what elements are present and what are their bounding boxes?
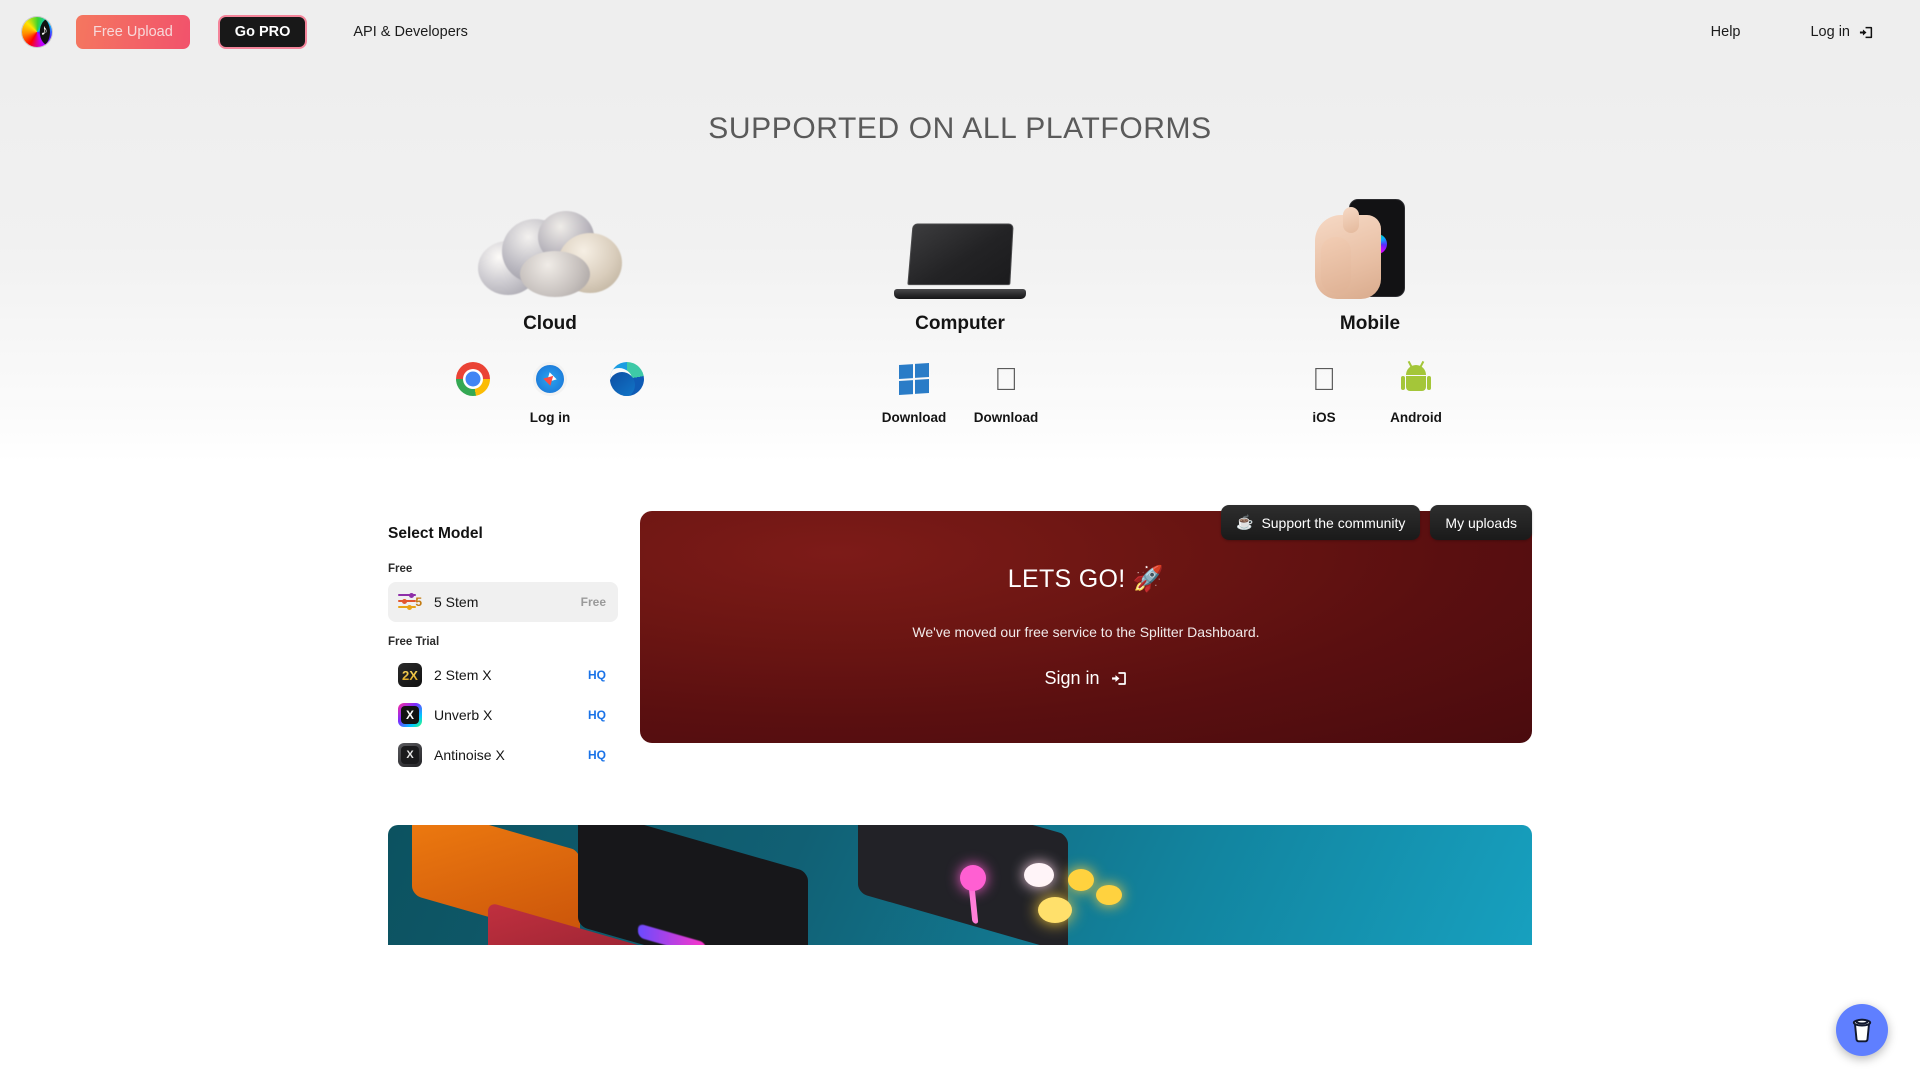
support-community-label: Support the community bbox=[1261, 514, 1406, 531]
unverbx-app-icon: X bbox=[398, 703, 422, 727]
coffee-cup-icon bbox=[1852, 1018, 1872, 1043]
coffee-icon: ☕ bbox=[1236, 514, 1254, 530]
chrome-icon bbox=[456, 362, 491, 396]
illustration-blob-pink bbox=[960, 865, 986, 891]
model-item-antinoise-x[interactable]: X Antinoise X HQ bbox=[388, 735, 618, 775]
laptop-illustration bbox=[845, 194, 1075, 299]
cloud-illustration bbox=[435, 194, 665, 299]
workspace-top-buttons: ☕ Support the community My uploads bbox=[1221, 505, 1532, 540]
promo-illustration bbox=[388, 825, 1532, 945]
computer-download-icons: Download  Download bbox=[845, 357, 1075, 425]
model-badge: X bbox=[401, 746, 419, 764]
model-badge: 5 bbox=[415, 595, 422, 609]
model-tag: HQ bbox=[588, 668, 606, 682]
model-item-unverb-x[interactable]: X Unverb X HQ bbox=[388, 695, 618, 735]
hero-subtitle: We've moved our free service to the Spli… bbox=[912, 624, 1260, 640]
navbar-left: ♪ Free Upload Go PRO API & Developers bbox=[22, 15, 468, 49]
select-model-title: Select Model bbox=[388, 525, 483, 542]
model-badge: 2X bbox=[402, 667, 418, 683]
illustration-blob-yellow-2 bbox=[1038, 897, 1072, 923]
buy-me-a-coffee-fab[interactable] bbox=[1836, 1004, 1888, 1056]
group-label-free-trial: Free Trial bbox=[388, 636, 440, 648]
browser-chrome[interactable] bbox=[435, 357, 512, 425]
illustration-blob-yellow-3 bbox=[1096, 885, 1122, 905]
navbar-right: Help Log in bbox=[1711, 24, 1898, 40]
antinoisex-app-icon: X bbox=[398, 743, 422, 767]
model-panel: Select Model Free 5 5 Stem Free Free Tri… bbox=[388, 511, 618, 775]
android-label: Android bbox=[1390, 410, 1442, 425]
phone-in-hand-illustration bbox=[1255, 194, 1485, 299]
apple-icon:  bbox=[1312, 363, 1336, 395]
model-tag: Free bbox=[580, 595, 606, 609]
api-developers-link[interactable]: API & Developers bbox=[353, 24, 467, 40]
windows-download-label: Download bbox=[881, 410, 947, 425]
platform-computer: Computer Download  Download bbox=[845, 194, 1075, 425]
cloud-browser-icons: Log in bbox=[435, 357, 665, 425]
hero-signin-button[interactable]: Sign in bbox=[1044, 668, 1127, 689]
model-tag: HQ bbox=[588, 748, 606, 762]
platform-cloud-label: Cloud bbox=[523, 313, 577, 334]
safari-label: Log in bbox=[529, 410, 571, 425]
windows-icon bbox=[899, 362, 929, 396]
login-arrow-icon bbox=[1859, 26, 1873, 38]
model-name: 5 Stem bbox=[434, 594, 479, 610]
music-note-glyph: ♪ bbox=[40, 22, 49, 39]
model-name: Antinoise X bbox=[434, 747, 505, 763]
platform-mobile-label: Mobile bbox=[1339, 313, 1401, 334]
login-label: Log in bbox=[1810, 24, 1850, 40]
login-link[interactable]: Log in bbox=[1810, 24, 1874, 40]
ios-label: iOS bbox=[1312, 410, 1336, 425]
browser-edge[interactable] bbox=[588, 357, 665, 425]
go-pro-button[interactable]: Go PRO bbox=[217, 15, 308, 49]
safari-icon bbox=[533, 362, 567, 396]
free-upload-button[interactable]: Free Upload bbox=[76, 15, 190, 49]
platform-computer-label: Computer bbox=[915, 313, 1005, 334]
mobile-store-icons:  iOS Android bbox=[1255, 357, 1485, 425]
hero-signin-label: Sign in bbox=[1044, 668, 1100, 688]
workspace-inner: ☕ Support the community My uploads Selec… bbox=[388, 493, 1532, 775]
model-item-5-stem[interactable]: 5 5 Stem Free bbox=[388, 582, 618, 622]
browser-safari[interactable]: Log in bbox=[512, 357, 589, 425]
illustration-tile-dark-1 bbox=[578, 825, 808, 945]
splitter-logo-icon[interactable]: ♪ bbox=[22, 17, 52, 47]
android-icon bbox=[1401, 360, 1431, 394]
hero-title: LETS GO! 🚀 bbox=[1007, 565, 1165, 593]
mixer-5-icon: 5 bbox=[398, 590, 422, 614]
signin-arrow-icon bbox=[1111, 672, 1126, 685]
mobile-ios[interactable]:  iOS bbox=[1278, 357, 1370, 425]
model-name: 2 Stem X bbox=[434, 667, 492, 683]
model-badge: X bbox=[401, 706, 419, 724]
help-link[interactable]: Help bbox=[1711, 24, 1741, 40]
page-root: ♪ Free Upload Go PRO API & Developers He… bbox=[0, 0, 1920, 1080]
platform-mobile: Mobile  iOS An bbox=[1255, 194, 1485, 425]
mac-download-label: Download bbox=[973, 410, 1039, 425]
apple-icon:  bbox=[994, 363, 1018, 395]
model-name: Unverb X bbox=[434, 707, 493, 723]
illustration-blob-yellow-1 bbox=[1068, 869, 1094, 891]
edge-icon bbox=[609, 362, 644, 396]
navbar: ♪ Free Upload Go PRO API & Developers He… bbox=[0, 0, 1920, 64]
hero-banner: LETS GO! 🚀 We've moved our free service … bbox=[640, 511, 1532, 743]
group-label-free: Free bbox=[388, 563, 413, 575]
platforms-section: SUPPORTED ON ALL PLATFORMS Cloud Log in bbox=[0, 64, 1920, 463]
platforms-title: SUPPORTED ON ALL PLATFORMS bbox=[708, 112, 1212, 145]
mobile-android[interactable]: Android bbox=[1370, 357, 1462, 425]
model-item-2-stem-x[interactable]: 2X 2 Stem X HQ bbox=[388, 655, 618, 695]
download-windows[interactable]: Download bbox=[868, 357, 960, 425]
support-community-button[interactable]: ☕ Support the community bbox=[1221, 505, 1421, 540]
my-uploads-button[interactable]: My uploads bbox=[1430, 505, 1532, 540]
platform-cloud: Cloud Log in bbox=[435, 194, 665, 425]
model-tag: HQ bbox=[588, 708, 606, 722]
download-mac[interactable]:  Download bbox=[960, 357, 1052, 425]
platforms-row: Cloud Log in Computer Download Download … bbox=[0, 194, 1920, 425]
2stemx-app-icon: 2X bbox=[398, 663, 422, 687]
illustration-blob-white bbox=[1024, 863, 1054, 887]
workspace-section: ☕ Support the community My uploads Selec… bbox=[0, 463, 1920, 945]
